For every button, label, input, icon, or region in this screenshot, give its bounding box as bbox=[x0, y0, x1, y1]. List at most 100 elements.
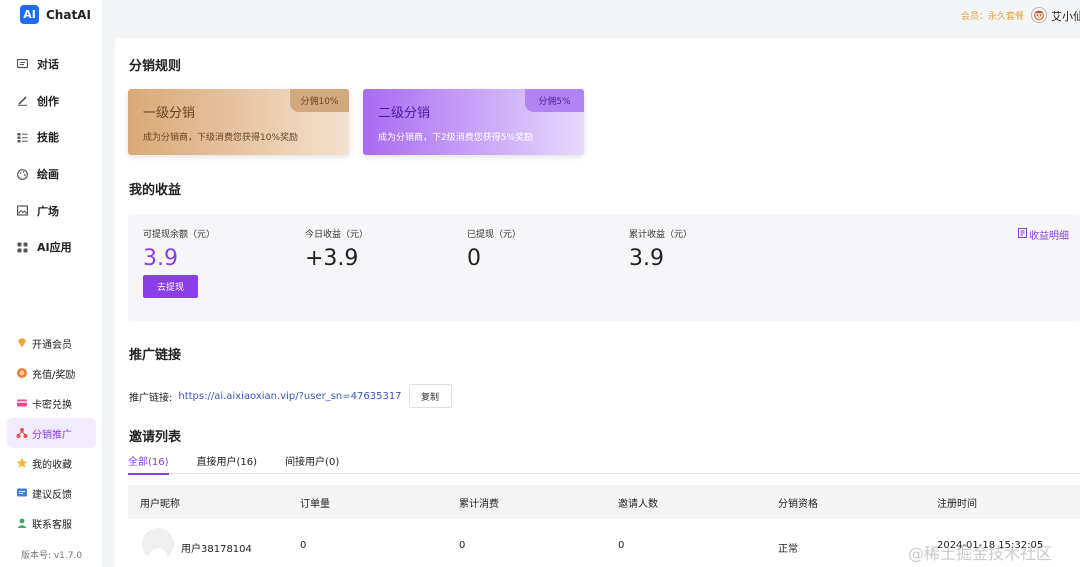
stat-value: 0 bbox=[467, 246, 481, 271]
sidebar-item-label: 对话 bbox=[37, 58, 59, 72]
withdraw-button[interactable]: 去提现 bbox=[143, 275, 198, 298]
promo-link-label: 推广链接: bbox=[129, 392, 173, 404]
sidebar-item-label: 开通会员 bbox=[32, 339, 72, 351]
sidebar-item-label: 技能 bbox=[37, 131, 59, 145]
sidebar-item-ai-apps[interactable]: AI应用 bbox=[0, 229, 103, 266]
rule-card-title: 一级分销 bbox=[143, 106, 196, 121]
promo-link-row: 推广链接: https://ai.aixiaoxian.vip/?user_sn… bbox=[129, 384, 452, 408]
diamond-icon bbox=[16, 337, 28, 349]
sidebar-item-chat[interactable]: 对话 bbox=[0, 46, 103, 83]
rule-card-desc: 成为分销商，下2级消费您获得5%奖励 bbox=[378, 133, 534, 143]
brand-name: ChatAI bbox=[46, 7, 91, 22]
sidebar-item-favorites[interactable]: 我的收藏 bbox=[7, 448, 96, 478]
list-icon bbox=[17, 132, 28, 143]
sidebar-item-label: 广场 bbox=[37, 204, 59, 218]
main-content: 分销规则 一级分销 成为分销商，下级消费您获得10%奖励 分佣10% 二级分销 … bbox=[115, 38, 1080, 567]
sidebar-item-label: 卡密兑换 bbox=[32, 399, 72, 411]
column-header: 累计消费 bbox=[459, 499, 499, 510]
invites-title: 邀请列表 bbox=[129, 430, 182, 445]
sidebar-item-distribution[interactable]: 分销推广 bbox=[7, 418, 96, 448]
rule-card-level2: 二级分销 成为分销商，下2级消费您获得5%奖励 分佣5% bbox=[363, 89, 584, 155]
commission-badge: 分佣5% bbox=[525, 89, 584, 112]
sidebar-item-label: AI应用 bbox=[37, 241, 72, 255]
stat-label: 可提现余额（元） bbox=[143, 230, 216, 240]
cell-invited: 0 bbox=[618, 540, 625, 551]
chat-icon bbox=[17, 58, 28, 70]
username[interactable]: 艾小仙 bbox=[1051, 8, 1080, 24]
secondary-nav: 开通会员 充值/奖励 卡密兑换 分销推广 我的收藏 建议反馈 联系客服 bbox=[7, 328, 96, 538]
image-icon bbox=[17, 205, 28, 216]
grid-icon bbox=[17, 242, 28, 253]
brand[interactable]: AI ChatAI bbox=[20, 5, 91, 24]
stat-value: 3.9 bbox=[143, 246, 178, 271]
cell-nickname: 用户38178104 bbox=[181, 544, 252, 555]
sidebar-item-label: 我的收藏 bbox=[32, 459, 72, 471]
copy-button[interactable]: 复制 bbox=[408, 384, 452, 408]
rule-card-title: 二级分销 bbox=[378, 106, 431, 121]
sidebar-item-recharge[interactable]: 充值/奖励 bbox=[7, 358, 96, 388]
coin-icon bbox=[16, 367, 28, 379]
column-header: 邀请人数 bbox=[618, 499, 658, 510]
sidebar-item-skills[interactable]: 技能 bbox=[0, 119, 103, 156]
earnings-panel: 可提现余额（元） 3.9 去提现 今日收益（元） +3.9 已提现（元） 0 累… bbox=[128, 214, 1080, 321]
column-header: 注册时间 bbox=[937, 499, 977, 510]
today-stat: 今日收益（元） +3.9 bbox=[305, 227, 368, 271]
palette-icon bbox=[17, 168, 28, 180]
withdrawn-stat: 已提现（元） 0 bbox=[467, 227, 521, 271]
column-header: 用户昵称 bbox=[140, 499, 180, 510]
feedback-icon bbox=[16, 487, 28, 499]
watermark: @稀土掘金技术社区 bbox=[908, 544, 1053, 563]
tab-indirect[interactable]: 间接用户(0) bbox=[285, 453, 339, 474]
avatar bbox=[142, 528, 174, 560]
sidebar-item-drawing[interactable]: 绘画 bbox=[0, 156, 103, 193]
earnings-title: 我的收益 bbox=[129, 183, 182, 198]
sidebar-item-feedback[interactable]: 建议反馈 bbox=[7, 478, 96, 508]
cell-orders: 0 bbox=[300, 540, 307, 551]
document-icon bbox=[1018, 228, 1027, 241]
sidebar-item-redeem[interactable]: 卡密兑换 bbox=[7, 388, 96, 418]
cell-spend: 0 bbox=[459, 540, 466, 551]
stat-label: 今日收益（元） bbox=[305, 230, 369, 240]
user-avatar-icon[interactable] bbox=[1031, 7, 1047, 23]
tab-all[interactable]: 全部(16) bbox=[128, 453, 169, 475]
sidebar-item-support[interactable]: 联系客服 bbox=[7, 508, 96, 538]
pen-icon bbox=[17, 95, 28, 107]
earnings-detail-link[interactable]: 收益明细 bbox=[1018, 227, 1069, 242]
stat-label: 累计收益（元） bbox=[629, 230, 693, 240]
sidebar-item-membership[interactable]: 开通会员 bbox=[7, 328, 96, 358]
sidebar-item-label: 联系客服 bbox=[32, 519, 72, 531]
tab-direct[interactable]: 直接用户(16) bbox=[197, 453, 258, 474]
rule-card-level1: 一级分销 成为分销商，下级消费您获得10%奖励 分佣10% bbox=[128, 89, 349, 155]
version-label: 版本号: v1.7.0 bbox=[20, 551, 83, 561]
cell-status: 正常 bbox=[778, 544, 798, 555]
column-header: 分销资格 bbox=[778, 499, 818, 510]
service-icon bbox=[16, 517, 28, 529]
sidebar-item-label: 建议反馈 bbox=[32, 489, 72, 501]
stat-value: 3.9 bbox=[629, 246, 664, 271]
invite-tabs: 全部(16) 直接用户(16) 间接用户(0) bbox=[128, 453, 1080, 475]
membership-status: 会员：永久套餐 bbox=[961, 12, 1025, 22]
sidebar-item-label: 绘画 bbox=[37, 168, 59, 182]
commission-badge: 分佣10% bbox=[290, 89, 349, 112]
brand-logo-icon: AI bbox=[20, 5, 39, 24]
main-nav: 对话 创作 技能 绘画 广场 AI应用 bbox=[0, 46, 103, 266]
rule-card-desc: 成为分销商，下级消费您获得10%奖励 bbox=[143, 133, 299, 143]
card-icon bbox=[16, 397, 28, 409]
star-icon bbox=[16, 457, 28, 469]
promo-title: 推广链接 bbox=[129, 348, 182, 363]
org-icon bbox=[16, 427, 28, 439]
sidebar-item-create[interactable]: 创作 bbox=[0, 83, 103, 120]
sidebar-item-label: 创作 bbox=[37, 94, 59, 108]
stat-label: 已提现（元） bbox=[467, 230, 522, 240]
stat-value: +3.9 bbox=[305, 246, 359, 271]
sidebar-item-label: 分销推广 bbox=[32, 429, 72, 441]
sidebar-item-plaza[interactable]: 广场 bbox=[0, 192, 103, 229]
rules-title: 分销规则 bbox=[129, 59, 182, 74]
table-header: 用户昵称 订单量 累计消费 邀请人数 分销资格 注册时间 bbox=[128, 485, 1080, 519]
withdrawable-stat: 可提现余额（元） 3.9 bbox=[143, 227, 215, 271]
earnings-detail-label: 收益明细 bbox=[1029, 231, 1069, 242]
total-stat: 累计收益（元） 3.9 bbox=[629, 227, 692, 271]
column-header: 订单量 bbox=[300, 499, 330, 510]
sidebar-item-label: 充值/奖励 bbox=[32, 369, 76, 381]
promo-link-url[interactable]: https://ai.aixiaoxian.vip/?user_sn=47635… bbox=[178, 391, 401, 402]
